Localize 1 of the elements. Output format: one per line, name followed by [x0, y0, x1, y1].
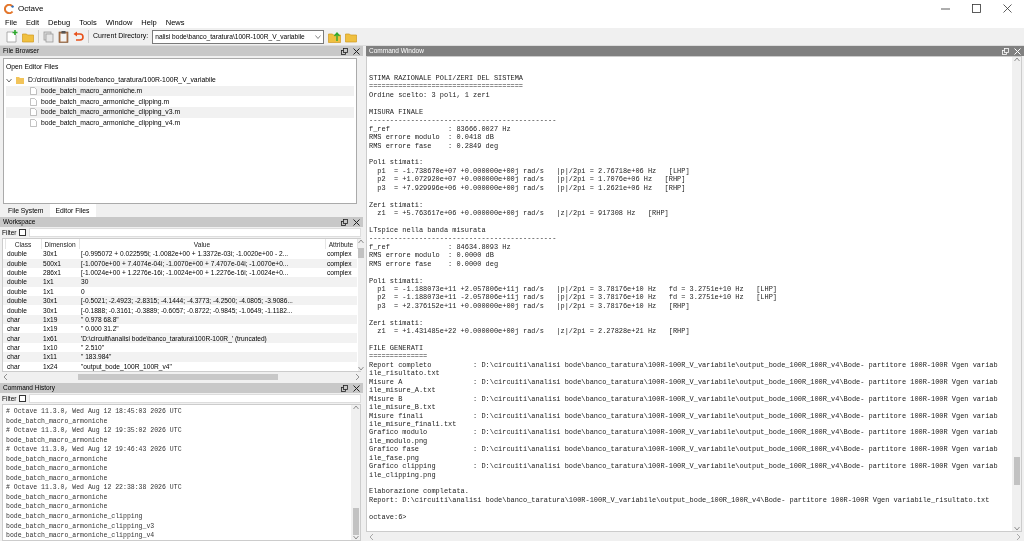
window-title: Octave — [18, 2, 44, 15]
